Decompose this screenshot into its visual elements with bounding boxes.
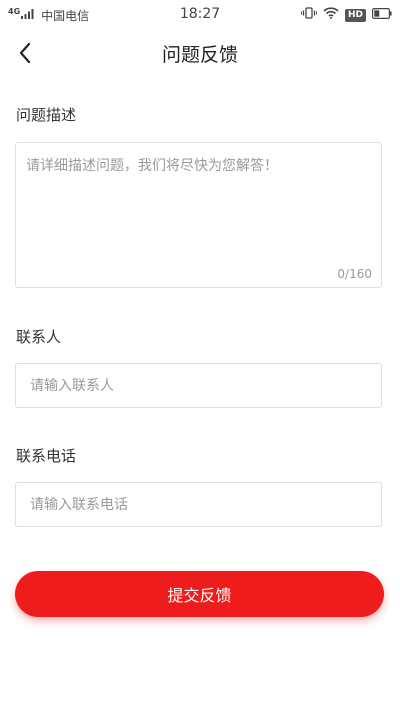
description-textarea[interactable]: [16, 143, 381, 263]
nav-bar: 问题反馈: [0, 30, 400, 76]
status-bar: 4G 中国电信 18:27 HD: [0, 0, 400, 30]
char-counter: 0/160: [337, 267, 372, 281]
phone-label: 联系电话: [16, 447, 77, 465]
contact-field: [15, 363, 382, 408]
submit-feedback-button[interactable]: 提交反馈: [15, 571, 384, 617]
wifi-icon: [323, 7, 339, 23]
contact-input[interactable]: [16, 364, 381, 407]
description-box: 0/160: [15, 142, 382, 288]
hd-icon: HD: [344, 8, 366, 22]
battery-icon: [372, 7, 392, 23]
contact-label: 联系人: [16, 328, 62, 346]
phone-input[interactable]: [16, 483, 381, 526]
phone-field: [15, 482, 382, 527]
vibrate-icon: [301, 7, 317, 23]
page-title: 问题反馈: [161, 44, 238, 66]
description-label: 问题描述: [16, 106, 77, 124]
status-right: HD: [295, 7, 392, 23]
